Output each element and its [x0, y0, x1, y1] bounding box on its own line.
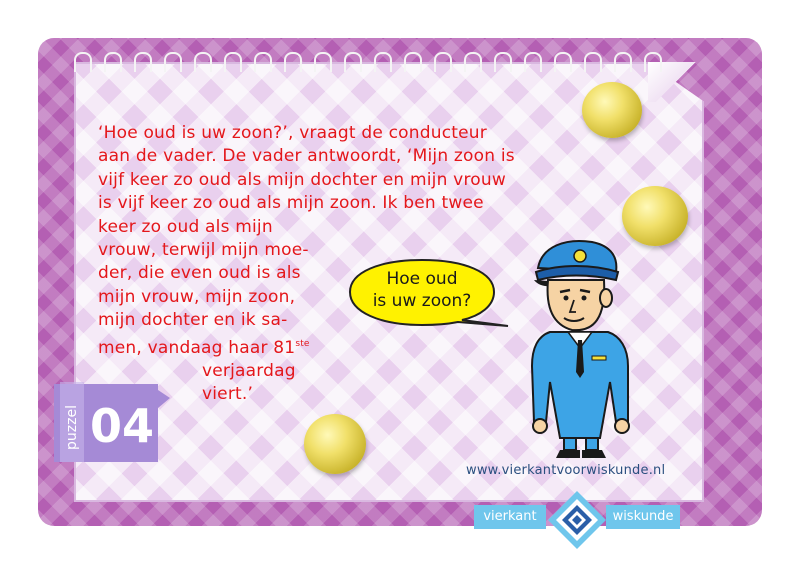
binding-ring	[314, 52, 332, 72]
website-url[interactable]: www.vierkantvoorwiskunde.nl	[466, 463, 665, 478]
binding-ring	[494, 52, 512, 72]
text-line: vijf keer zo oud als mijn dochter en mij…	[98, 169, 506, 190]
spiral-binding	[74, 52, 674, 72]
binding-ring	[464, 52, 482, 72]
binding-ring	[134, 52, 152, 72]
logo-word-left: vierkant	[474, 505, 546, 529]
puzzle-number: 04	[90, 399, 154, 453]
conductor-character	[530, 240, 630, 458]
logo-word-right: wiskunde	[606, 505, 680, 529]
push-pin-icon	[304, 414, 366, 474]
binding-ring	[554, 52, 572, 72]
binding-ring	[284, 52, 302, 72]
binding-ring	[254, 52, 272, 72]
binding-ring	[194, 52, 212, 72]
binding-ring	[74, 52, 92, 72]
binding-ring	[434, 52, 452, 72]
hat-badge-icon	[573, 249, 587, 263]
binding-ring	[524, 52, 542, 72]
binding-ring	[614, 52, 632, 72]
puzzle-label: puzzel	[64, 405, 80, 450]
text-line: is vijf keer zo oud als mijn zoon. Ik be…	[98, 193, 484, 214]
binding-ring	[224, 52, 242, 72]
binding-ring	[344, 52, 362, 72]
ordinal-suffix: ste	[295, 338, 310, 349]
binding-ring	[374, 52, 392, 72]
bubble-line: is uw zoon?	[372, 291, 472, 311]
speech-bubble-text: Hoe oud is uw zoon?	[354, 268, 490, 312]
binding-ring	[404, 52, 422, 72]
text-line: ‘Hoe oud is uw zoon?’, vraagt de conduct…	[98, 123, 487, 143]
binding-ring	[584, 52, 602, 72]
text-line: verjaardag	[202, 361, 296, 382]
text-line: men, vandaag haar 81ste	[98, 333, 515, 360]
push-pin-icon	[582, 82, 642, 138]
text-line: aan de vader. De vader antwoordt, ‘Mijn …	[98, 146, 515, 167]
binding-ring	[644, 52, 662, 72]
puzzle-number-tab: puzzel 04	[54, 382, 170, 462]
bubble-line: Hoe oud	[386, 269, 458, 289]
text-line-main: men, vandaag haar 81	[98, 337, 296, 358]
binding-ring	[104, 52, 122, 72]
binding-ring	[164, 52, 182, 72]
text-line: keer zo oud als mijn	[98, 216, 273, 237]
